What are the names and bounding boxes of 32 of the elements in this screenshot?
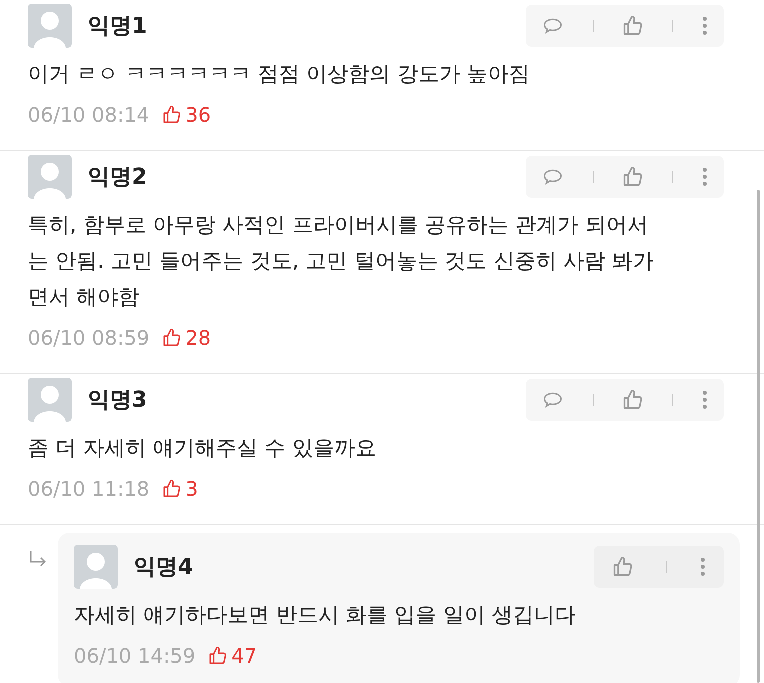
timestamp: 06/10 14:59 (74, 643, 196, 670)
author-name: 익명2 (88, 164, 148, 192)
timestamp: 06/10 11:18 (28, 476, 150, 503)
thumbs-up-icon (162, 105, 182, 125)
avatar-icon (28, 378, 72, 422)
like-count: 28 (186, 325, 212, 352)
like-count: 47 (232, 643, 258, 670)
thumbs-up-icon (208, 646, 228, 666)
thumbs-up-icon (612, 556, 634, 578)
comment-text: 자세히 얘기하다보면 반드시 화를 입을 일이 생깁니다 (74, 602, 578, 629)
author-name: 익명1 (88, 12, 148, 40)
avatar-icon (74, 545, 118, 589)
more-icon (702, 390, 708, 410)
more-icon (702, 167, 708, 187)
comment-text: 이거 ㄹㅇ ㅋㅋㅋㅋㅋㅋ 점점 이상함의 강도가 높아짐 (28, 61, 532, 88)
timestamp: 06/10 08:14 (28, 102, 150, 129)
thumbs-up-icon (622, 166, 644, 188)
more-icon (700, 557, 706, 577)
author-name: 익명4 (134, 554, 194, 582)
thumbs-up-icon (622, 389, 644, 411)
more-icon (702, 16, 708, 36)
thumbs-up-icon (162, 479, 182, 499)
like-count: 36 (186, 102, 212, 129)
timestamp: 06/10 08:59 (28, 325, 150, 352)
like-count: 3 (186, 476, 198, 503)
comment-text: 좀 더 자세히 얘기해주실 수 있을까요 (28, 435, 378, 462)
avatar-icon (28, 4, 72, 48)
comment-text: 특히, 함부로 아무랑 사적인 프라이버시를 공유하는 관계가 되어서는 안됨. 고민 들어주는 것도, 고민 털어놓는 것도 신중히 사람 봐가면서 해야함 (28, 212, 656, 311)
author-name: 익명3 (88, 386, 148, 414)
thumbs-up-icon (622, 15, 644, 37)
thumbs-up-icon (162, 328, 182, 348)
avatar-icon (28, 155, 72, 199)
